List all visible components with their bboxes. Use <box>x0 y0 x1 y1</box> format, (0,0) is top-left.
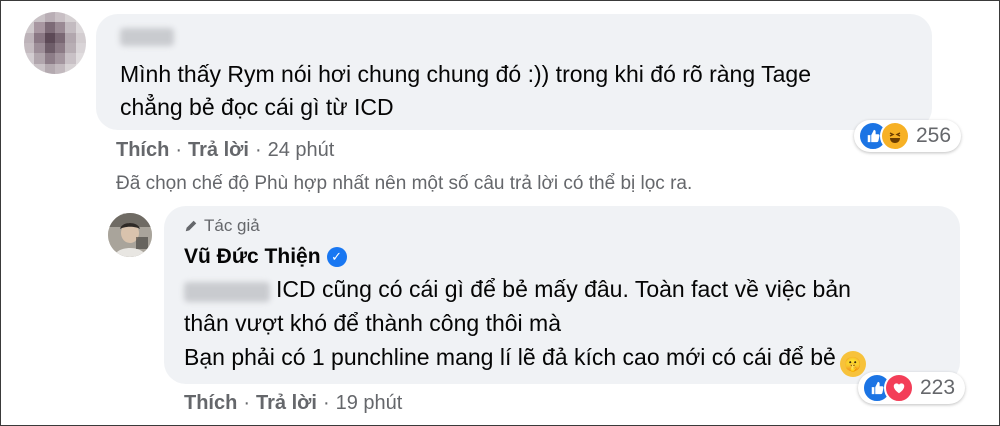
filter-notice: Đã chọn chế độ Phù hợp nhất nên một số c… <box>116 173 693 194</box>
shushing-face-emoji-icon: 🤫 <box>839 351 866 377</box>
comment-actions: Thích · Trả lời · 24 phút <box>116 139 334 162</box>
comment-text: Mình thấy Rym nói hơi chung chung đó :))… <box>120 58 920 124</box>
reply-text: ICD cũng có cái gì để bẻ mấy đâu. Toàn f… <box>184 272 954 377</box>
haha-icon <box>880 121 910 151</box>
reaction-count: 223 <box>920 376 956 399</box>
pixelated-avatar-image <box>24 12 86 74</box>
reply-button[interactable]: Trả lời <box>188 139 249 161</box>
separator-dot: · <box>254 139 262 161</box>
like-button[interactable]: Thích <box>184 392 237 414</box>
comment-text-line: chẳng bẻ đọc cái gì từ ICD <box>120 94 394 120</box>
reply-text-line: thân vượt khó để thành công thôi mà <box>184 310 561 336</box>
author-avatar-image <box>108 213 152 257</box>
reply-timestamp[interactable]: 19 phút <box>336 392 403 414</box>
reaction-count: 256 <box>916 124 952 147</box>
reply-author: Vũ Đức Thiện ✓ <box>184 245 347 269</box>
blurred-commenter-name[interactable] <box>120 28 174 46</box>
separator-dot: · <box>175 139 183 161</box>
author-avatar[interactable] <box>108 213 152 257</box>
reply-text-line: ICD cũng có cái gì để bẻ mấy đâu. Toàn f… <box>276 276 851 302</box>
comment-timestamp[interactable]: 24 phút <box>268 139 335 161</box>
author-name-link[interactable]: Vũ Đức Thiện <box>184 245 321 269</box>
reply-text-line: Bạn phải có 1 punchline mang lí lẽ đả kí… <box>184 344 836 370</box>
reply-button[interactable]: Trả lời <box>256 392 317 414</box>
author-badge: Tác giả <box>184 216 260 236</box>
reply-reaction-summary[interactable]: 223 <box>858 372 966 404</box>
author-badge-label: Tác giả <box>204 216 260 235</box>
separator-dot: · <box>243 392 251 414</box>
like-button[interactable]: Thích <box>116 139 169 161</box>
comment-text-line: Mình thấy Rym nói hơi chung chung đó :))… <box>120 61 811 87</box>
commenter-avatar-pixelated[interactable] <box>24 12 86 74</box>
reply-actions: Thích · Trả lời · 19 phút <box>184 392 402 415</box>
verified-badge-icon: ✓ <box>326 247 347 267</box>
pen-icon <box>185 220 197 232</box>
reaction-summary[interactable]: 256 <box>854 120 962 152</box>
love-icon <box>884 373 914 403</box>
separator-dot: · <box>322 392 330 414</box>
